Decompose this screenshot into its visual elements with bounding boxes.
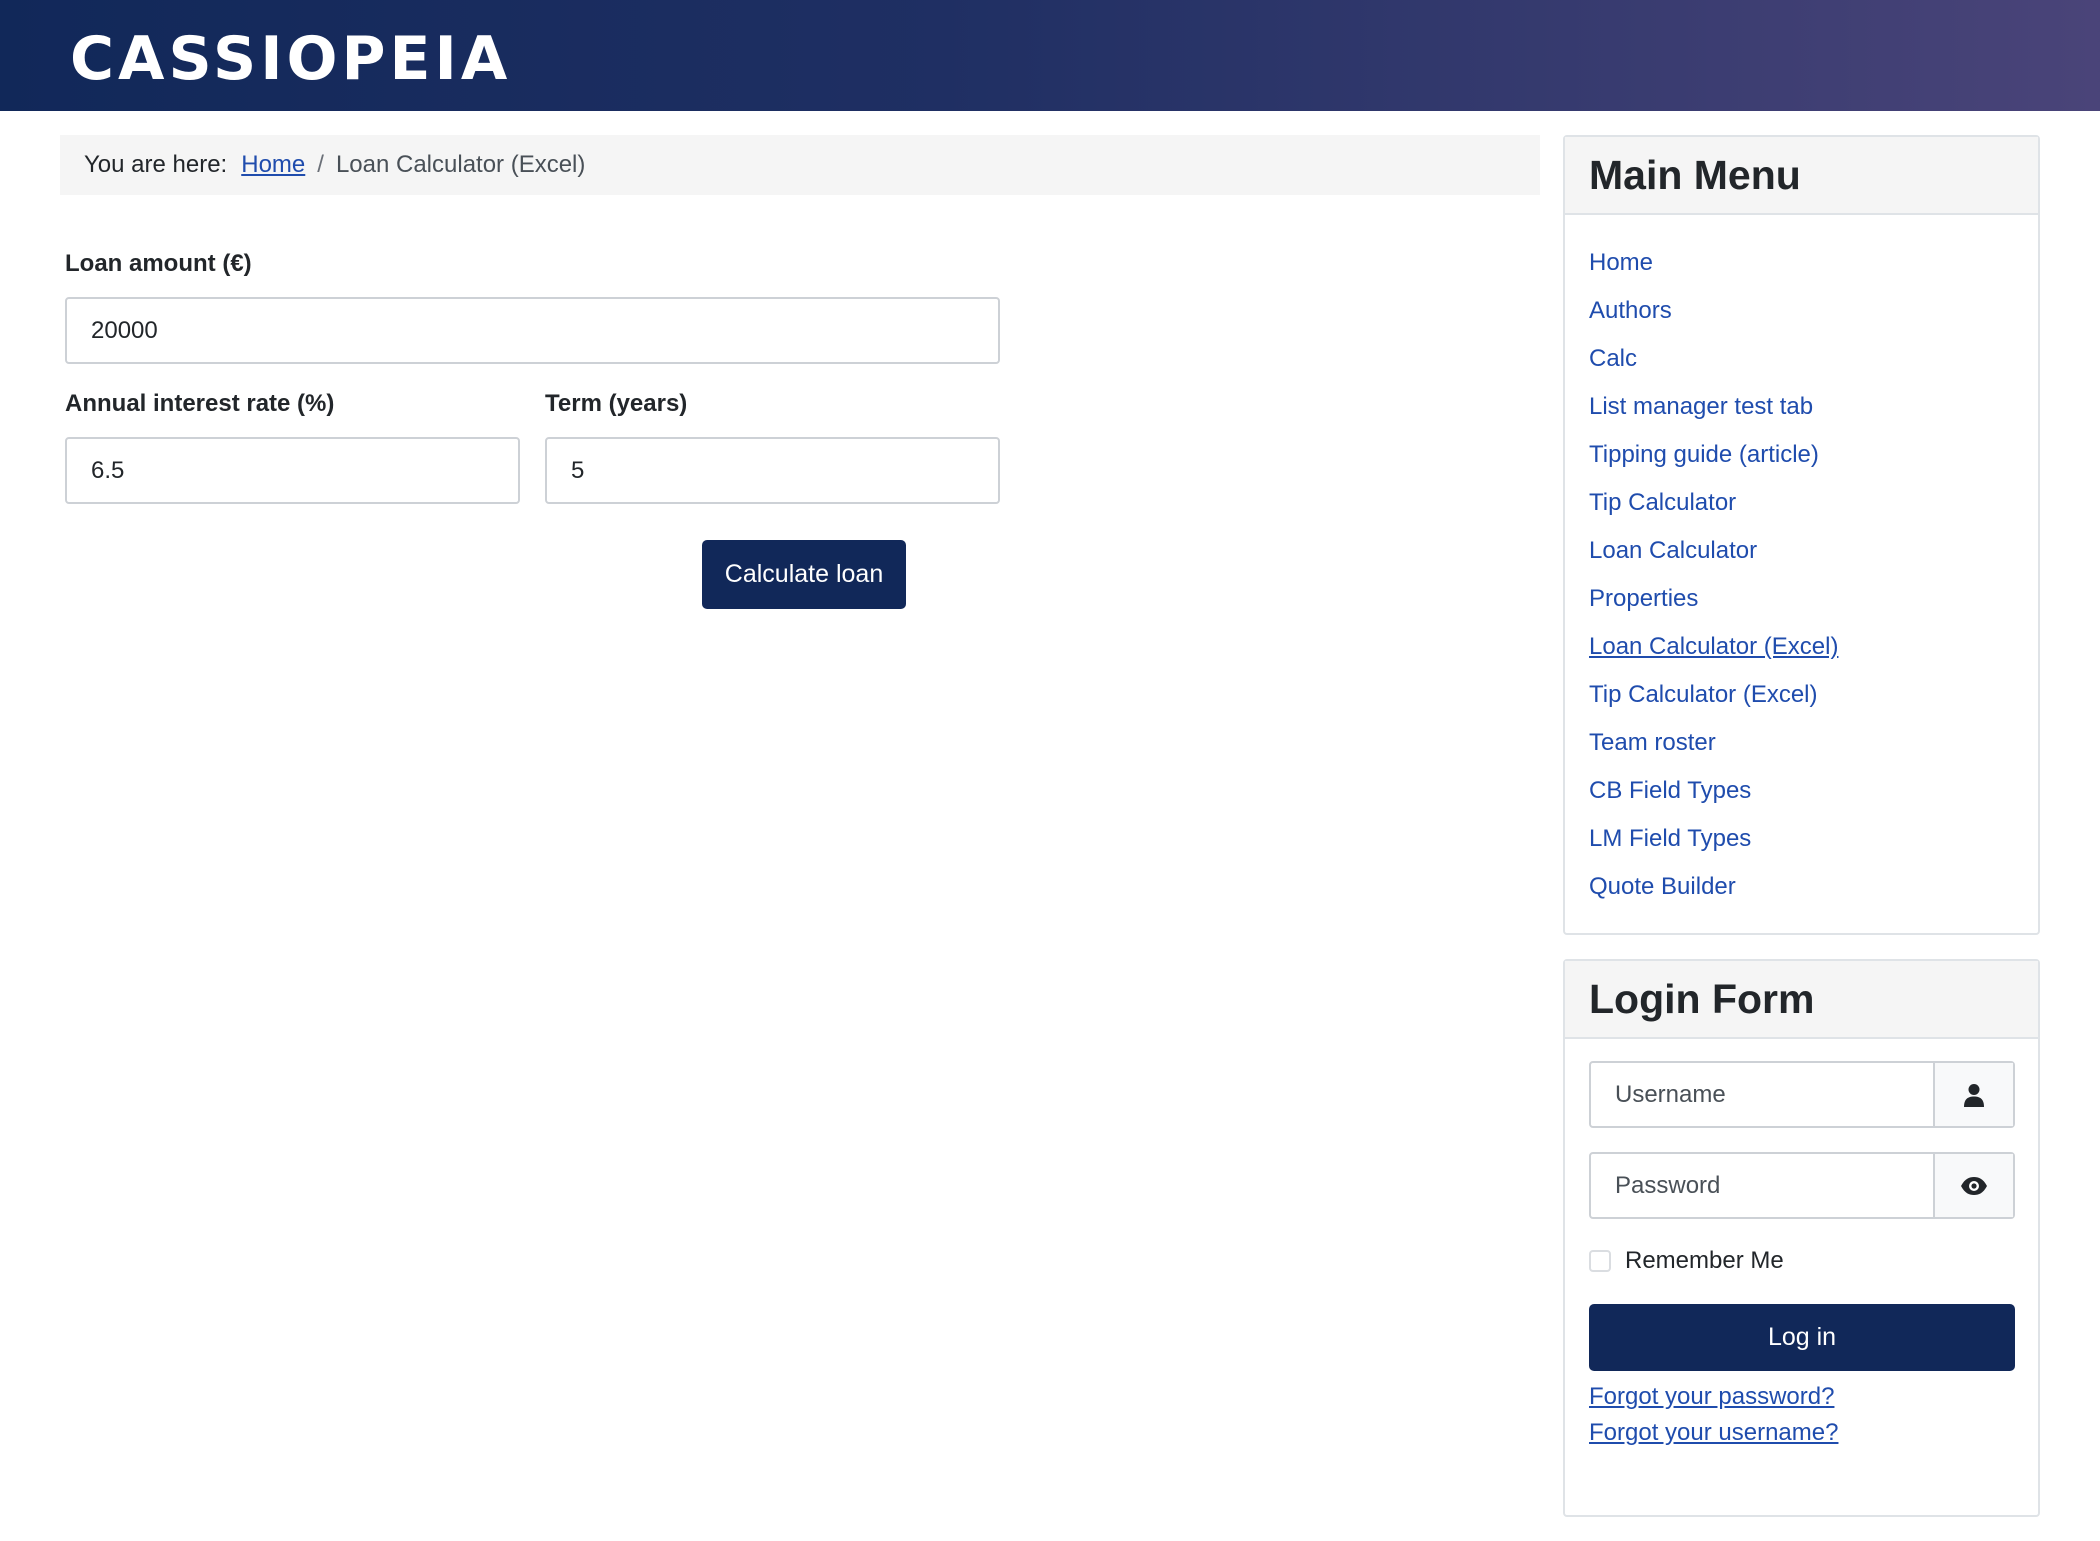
loan-amount-label: Loan amount (€) (65, 250, 252, 277)
menu-item: Tip Calculator (1589, 479, 2038, 527)
menu-item: Loan Calculator (1589, 527, 2038, 575)
remember-me-checkbox[interactable] (1589, 1250, 1611, 1272)
login-links: Forgot your password? Forgot your userna… (1589, 1379, 1838, 1451)
menu-item: Calc (1589, 335, 2038, 383)
menu-link[interactable]: Loan Calculator (Excel) (1589, 633, 1838, 661)
menu-link[interactable]: Properties (1589, 585, 1698, 613)
password-toggle-button[interactable] (1933, 1154, 2013, 1217)
calculate-loan-button[interactable]: Calculate loan (702, 540, 906, 609)
menu-item: Tip Calculator (Excel) (1589, 671, 2038, 719)
login-title: Login Form (1565, 961, 2038, 1039)
eye-icon (1961, 1176, 1987, 1195)
menu-link[interactable]: LM Field Types (1589, 825, 1751, 853)
menu-link[interactable]: Tip Calculator (Excel) (1589, 681, 1818, 709)
username-input[interactable]: Username (1591, 1063, 1933, 1126)
menu-item: Authors (1589, 287, 2038, 335)
main-menu-title: Main Menu (1565, 137, 2038, 215)
breadcrumb-separator: / (317, 151, 324, 178)
breadcrumb-home-link[interactable]: Home (241, 151, 305, 179)
menu-link[interactable]: List manager test tab (1589, 393, 1813, 421)
loan-amount-input[interactable]: 20000 (65, 297, 1000, 364)
forgot-password-link[interactable]: Forgot your password? (1589, 1379, 1838, 1415)
forgot-username-link[interactable]: Forgot your username? (1589, 1415, 1838, 1451)
main-menu-list: Home Authors Calc List manager test tab Tipp… (1565, 215, 2038, 911)
menu-link[interactable]: Home (1589, 249, 1653, 277)
menu-item: Loan Calculator (Excel) (1589, 623, 2038, 671)
username-field[interactable]: Username (1589, 1061, 2015, 1128)
menu-item: Quote Builder (1589, 863, 2038, 911)
site-header: CASSIOPEIA (0, 0, 2100, 111)
password-input[interactable]: Password (1591, 1154, 1933, 1217)
term-label: Term (years) (545, 390, 688, 417)
username-addon (1933, 1063, 2013, 1126)
breadcrumb-prefix: You are here: (84, 151, 228, 178)
breadcrumb: You are here: Home / Loan Calculator (Ex… (60, 135, 1540, 195)
main-menu-card: Main Menu Home Authors Calc List manager te… (1563, 135, 2040, 935)
login-card: Login Form Username Password Remember Me… (1563, 959, 2040, 1517)
menu-item: Team roster (1589, 719, 2038, 767)
interest-rate-input[interactable]: 6.5 (65, 437, 520, 504)
interest-rate-label: Annual interest rate (%) (65, 390, 335, 417)
menu-link[interactable]: CB Field Types (1589, 777, 1751, 805)
menu-link[interactable]: Quote Builder (1589, 873, 1736, 901)
password-field[interactable]: Password (1589, 1152, 2015, 1219)
user-icon (1964, 1083, 1984, 1107)
remember-me: Remember Me (1589, 1247, 1784, 1275)
menu-item: Home (1589, 239, 2038, 287)
breadcrumb-current: Loan Calculator (Excel) (335, 151, 586, 178)
menu-item: LM Field Types (1589, 815, 2038, 863)
term-input[interactable]: 5 (545, 437, 1000, 504)
menu-item: CB Field Types (1589, 767, 2038, 815)
menu-link[interactable]: Tip Calculator (1589, 489, 1736, 517)
menu-item: Tipping guide (article) (1589, 431, 2038, 479)
menu-link[interactable]: Team roster (1589, 729, 1716, 757)
menu-link[interactable]: Loan Calculator (1589, 537, 1757, 565)
site-brand[interactable]: CASSIOPEIA (70, 24, 511, 94)
menu-item: Properties (1589, 575, 2038, 623)
menu-link[interactable]: Tipping guide (article) (1589, 441, 1819, 469)
login-button[interactable]: Log in (1589, 1304, 2015, 1371)
remember-me-label[interactable]: Remember Me (1625, 1247, 1784, 1275)
menu-link[interactable]: Calc (1589, 345, 1637, 373)
menu-item: List manager test tab (1589, 383, 2038, 431)
menu-link[interactable]: Authors (1589, 297, 1672, 325)
